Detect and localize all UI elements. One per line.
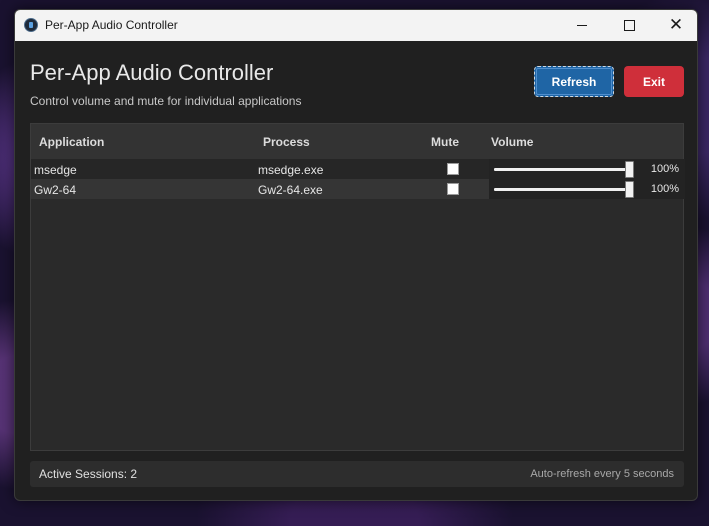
volume-control: 100% [489, 159, 685, 179]
volume-slider[interactable] [494, 161, 634, 178]
exit-button[interactable]: Exit [624, 66, 684, 97]
application-name: Gw2-64 [34, 183, 77, 197]
minimize-button[interactable] [559, 10, 605, 41]
table-row[interactable]: msedge msedge.exe 100% [31, 159, 685, 179]
window-title: Per-App Audio Controller [45, 18, 178, 32]
maximize-button[interactable] [606, 10, 652, 41]
minimize-icon [577, 25, 587, 26]
sessions-table: Application Process Mute Volume msedge m… [30, 123, 685, 451]
process-name: Gw2-64.exe [258, 183, 323, 197]
volume-slider-fill [494, 168, 634, 171]
volume-slider[interactable] [494, 181, 634, 198]
volume-control: 100% [489, 179, 685, 199]
app-window: Per-App Audio Controller ✕ Per-App Audio… [14, 9, 698, 501]
column-header-application[interactable]: Application [39, 135, 104, 149]
mute-checkbox[interactable] [447, 163, 459, 175]
volume-percent: 100% [650, 183, 679, 195]
volume-slider-thumb[interactable] [625, 181, 634, 198]
process-name: msedge.exe [258, 163, 324, 177]
refresh-button[interactable]: Refresh [534, 66, 614, 97]
column-header-process[interactable]: Process [263, 135, 310, 149]
title-bar[interactable]: Per-App Audio Controller ✕ [15, 10, 697, 41]
speaker-icon [24, 18, 38, 32]
status-bar: Active Sessions: 2 Auto-refresh every 5 … [30, 461, 684, 487]
page-title: Per-App Audio Controller [30, 60, 274, 85]
application-name: msedge [34, 163, 77, 177]
volume-slider-fill [494, 188, 634, 191]
page-subtitle: Control volume and mute for individual a… [30, 94, 302, 108]
active-sessions-count: Active Sessions: 2 [39, 467, 138, 481]
table-row[interactable]: Gw2-64 Gw2-64.exe 100% [31, 179, 685, 199]
volume-slider-thumb[interactable] [625, 161, 634, 178]
maximize-icon [623, 20, 635, 31]
column-header-mute[interactable]: Mute [431, 135, 459, 149]
volume-percent: 100% [650, 163, 679, 175]
column-header-volume[interactable]: Volume [491, 135, 533, 149]
table-header: Application Process Mute Volume [31, 124, 683, 159]
close-button[interactable]: ✕ [653, 10, 697, 41]
auto-refresh-note: Auto-refresh every 5 seconds [530, 468, 674, 480]
close-icon: ✕ [668, 15, 684, 35]
mute-checkbox[interactable] [447, 183, 459, 195]
